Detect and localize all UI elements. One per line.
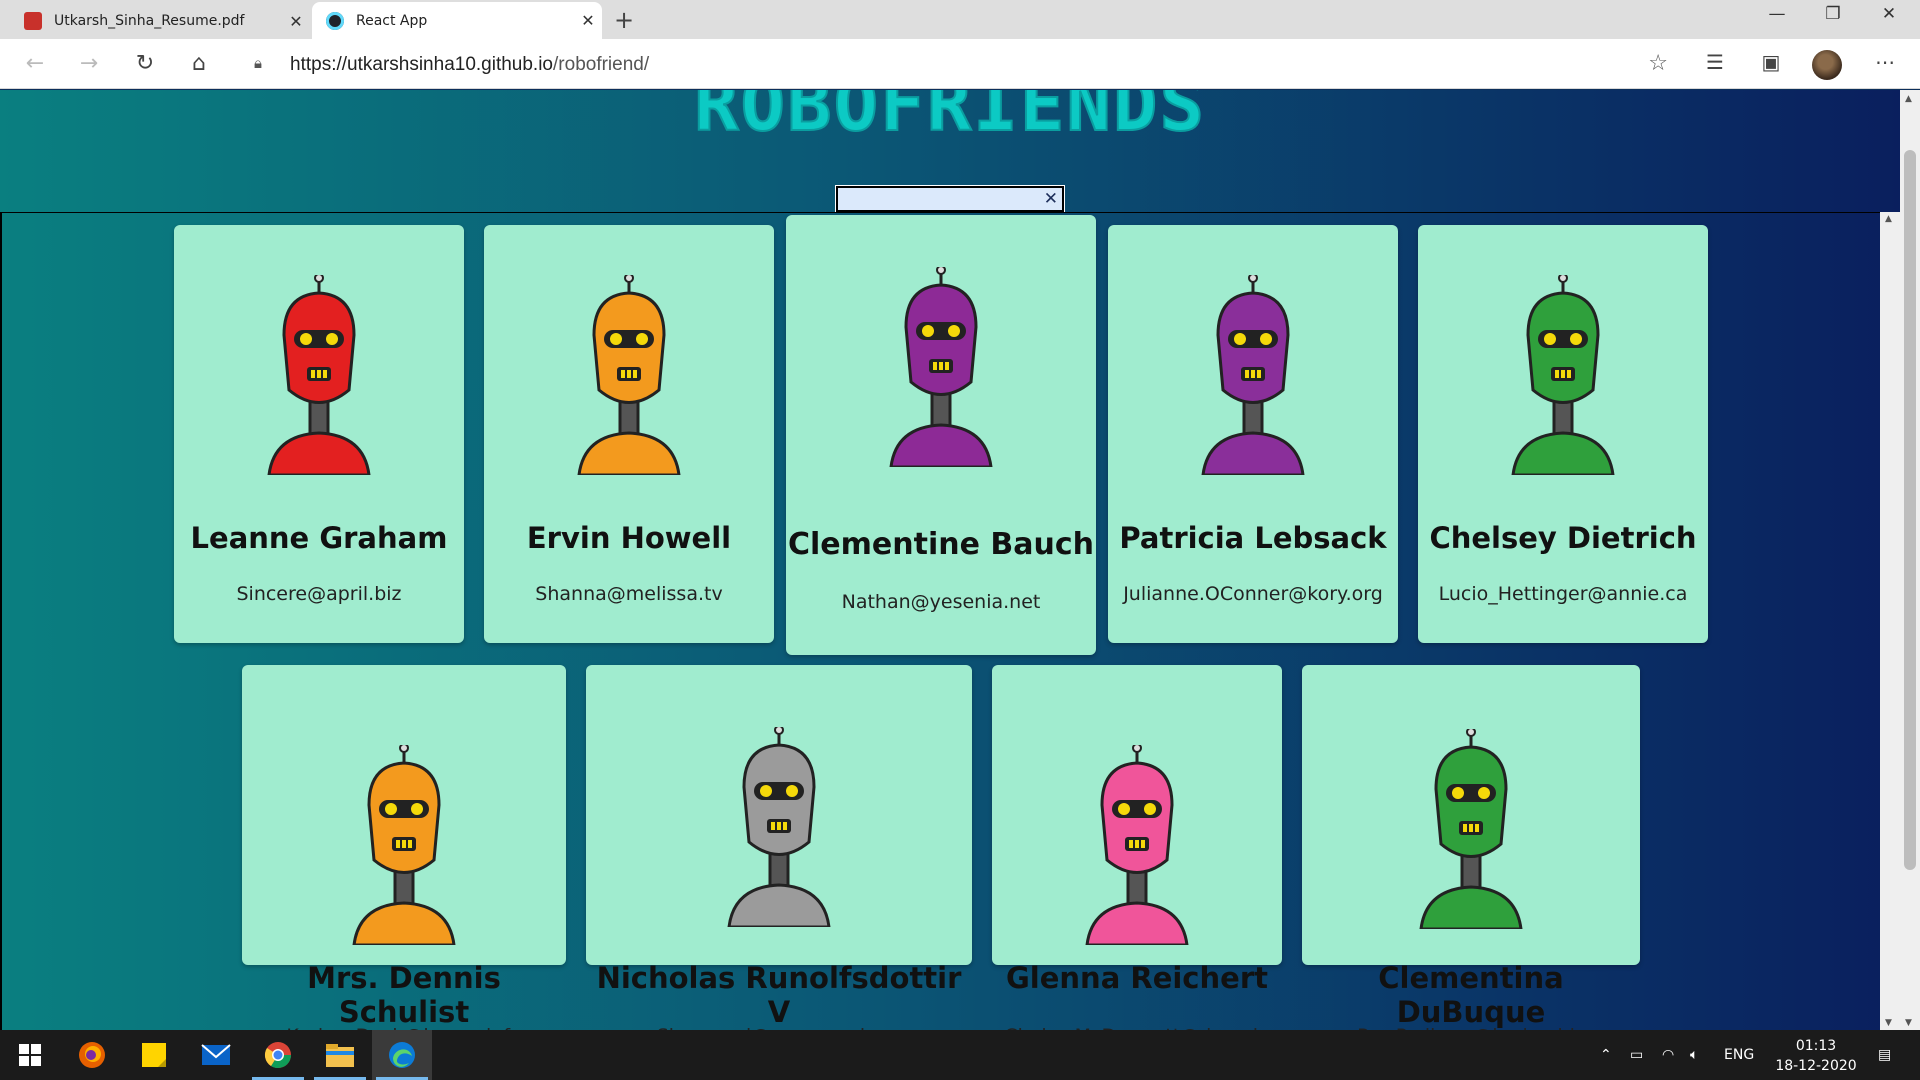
search-input[interactable] [838,188,1028,210]
windows-icon [19,1044,41,1066]
tab-title: Utkarsh_Sinha_Resume.pdf [54,13,245,29]
show-hidden-icons[interactable]: ⌃ [1600,1030,1612,1080]
robot-card[interactable]: Leanne Graham Sincere@april.biz [174,225,464,643]
back-icon[interactable]: ← [20,49,50,79]
tab-react-app[interactable]: React App ✕ [312,2,602,39]
robot-card[interactable]: Nicholas Runolfsdottir VSherwood@rosamon… [586,665,972,1030]
favorites-icon[interactable]: ☰ [1700,50,1730,74]
robot-name: Patricia Lebsack [1119,521,1387,555]
robot-card[interactable]: Glenna ReichertChaim_McDermott@dana.io [992,665,1282,1030]
tab-strip: Utkarsh_Sinha_Resume.pdf ✕ React App ✕ +… [0,0,1920,39]
robot-avatar [889,267,993,467]
robot-card[interactable]: Ervin Howell Shanna@melissa.tv [484,225,774,643]
robot-card[interactable]: Clementina DuBuqueRey.Padberg@karina.biz [1302,665,1640,1030]
robot-card[interactable]: Chelsey Dietrich Lucio_Hettinger@annie.ca [1418,225,1708,643]
card-list[interactable]: Leanne Graham Sincere@april.biz Ervin Howe… [0,212,1900,1030]
robot-email: Lucio_Hettinger@annie.ca [1438,583,1688,605]
search-box[interactable]: ✕ [835,185,1065,213]
file-explorer-icon[interactable] [310,1030,370,1080]
scroll-down-icon[interactable]: ▼ [1905,1018,1912,1028]
robot-email: Julianne.OConner@kory.org [1123,583,1383,605]
favorite-star-icon[interactable]: ☆ [1648,51,1668,76]
robot-name: Nicholas Runolfsdottir V [596,961,962,1029]
robot-name: Leanne Graham [190,521,448,555]
firefox-icon[interactable] [62,1030,122,1080]
restore-icon[interactable]: ❐ [1810,4,1856,24]
robot-name: Clementina DuBuque [1378,961,1564,1029]
pdf-icon [24,12,42,30]
forward-icon[interactable]: → [74,49,104,79]
robot-card[interactable]: Patricia Lebsack Julianne.OConner@kory.or… [1108,225,1398,643]
close-tab-icon[interactable]: ✕ [574,11,602,30]
react-icon [326,11,344,30]
scroll-up-icon[interactable]: ▲ [1885,214,1892,224]
lock-icon: 🔒︎ [254,54,262,72]
url-text: https://utkarshsinha10.github.io/robofri… [290,54,649,76]
url-field[interactable]: 🔒︎ https://utkarshsinha10.github.io/robo… [236,46,1680,82]
minimize-icon[interactable]: — [1754,4,1800,24]
robot-email: Nathan@yesenia.net [841,591,1041,613]
chrome-icon[interactable] [248,1030,308,1080]
notifications-icon[interactable]: ▤ [1878,1030,1891,1080]
scroll-down-icon[interactable]: ▼ [1885,1018,1892,1028]
clock-time: 01:13 [1795,1038,1837,1054]
collections-icon[interactable]: ▣ [1756,50,1786,74]
robot-avatar [577,275,681,475]
robot-avatar [1085,745,1189,945]
scroll-up-icon[interactable]: ▲ [1905,94,1912,104]
robot-avatar [727,727,831,927]
clock-date: 18-12-2020 [1775,1058,1857,1074]
language-indicator[interactable]: ENG [1724,1030,1754,1080]
page-scrollbar[interactable]: ▲ ▼ [1900,90,1920,1030]
robot-name: Glenna Reichert [1006,961,1268,995]
taskbar: ⌃ ▭ ◠ 🔈︎ ENG 01:13 18-12-2020 ▤ [0,1030,1920,1080]
profile-avatar[interactable] [1812,50,1842,80]
sticky-notes-icon[interactable] [124,1030,184,1080]
clear-search-icon[interactable]: ✕ [1044,189,1058,209]
page-viewport: ROBOFRIENDS ✕ Leanne Graham Sincere@april… [0,90,1900,1030]
robot-name: Mrs. Dennis Schulist [307,961,501,1029]
battery-icon[interactable]: ▭ [1630,1030,1643,1080]
robot-avatar [267,275,371,475]
close-window-icon[interactable]: ✕ [1866,4,1912,24]
scrollbar-thumb[interactable] [1904,150,1916,870]
system-clock[interactable]: 01:13 18-12-2020 [1770,1036,1862,1076]
more-menu-icon[interactable]: ⋯ [1870,50,1900,74]
tab-title: React App [356,12,428,29]
wifi-icon[interactable]: ◠ [1662,1030,1674,1080]
edge-icon[interactable] [372,1030,432,1080]
refresh-icon[interactable]: ↻ [130,49,160,79]
volume-icon[interactable]: 🔈︎ [1690,1030,1698,1080]
robot-avatar [1419,729,1523,929]
robot-name: Ervin Howell [526,521,732,555]
mail-icon[interactable] [186,1030,246,1080]
robot-avatar [1511,275,1615,475]
robot-card[interactable]: Clementine Bauch Nathan@yesenia.net [786,215,1096,655]
close-tab-icon[interactable]: ✕ [282,12,310,31]
robot-name: Chelsey Dietrich [1429,521,1697,555]
robot-name: Clementine Bauch [788,527,1094,562]
new-tab-icon[interactable]: + [614,6,634,34]
robot-email: Shanna@melissa.tv [535,583,723,605]
start-button[interactable] [0,1030,60,1080]
url-path: /robofriend/ [553,54,650,75]
robot-avatar [1201,275,1305,475]
url-host: https://utkarshsinha10.github.io [290,54,554,75]
address-bar: ← → ↻ ⌂ 🔒︎ https://utkarshsinha10.github… [0,39,1920,89]
robot-email: Sincere@april.biz [236,583,402,605]
card-list-scrollbar[interactable]: ▲ ▼ [1880,212,1900,1030]
home-icon[interactable]: ⌂ [184,49,214,79]
tab-resume-pdf[interactable]: Utkarsh_Sinha_Resume.pdf ✕ [10,3,310,39]
robot-card[interactable]: Mrs. Dennis SchulistKarley_Dach@jasper.i… [242,665,566,1030]
page-title: ROBOFRIENDS [693,90,1207,149]
robot-avatar [352,745,456,945]
